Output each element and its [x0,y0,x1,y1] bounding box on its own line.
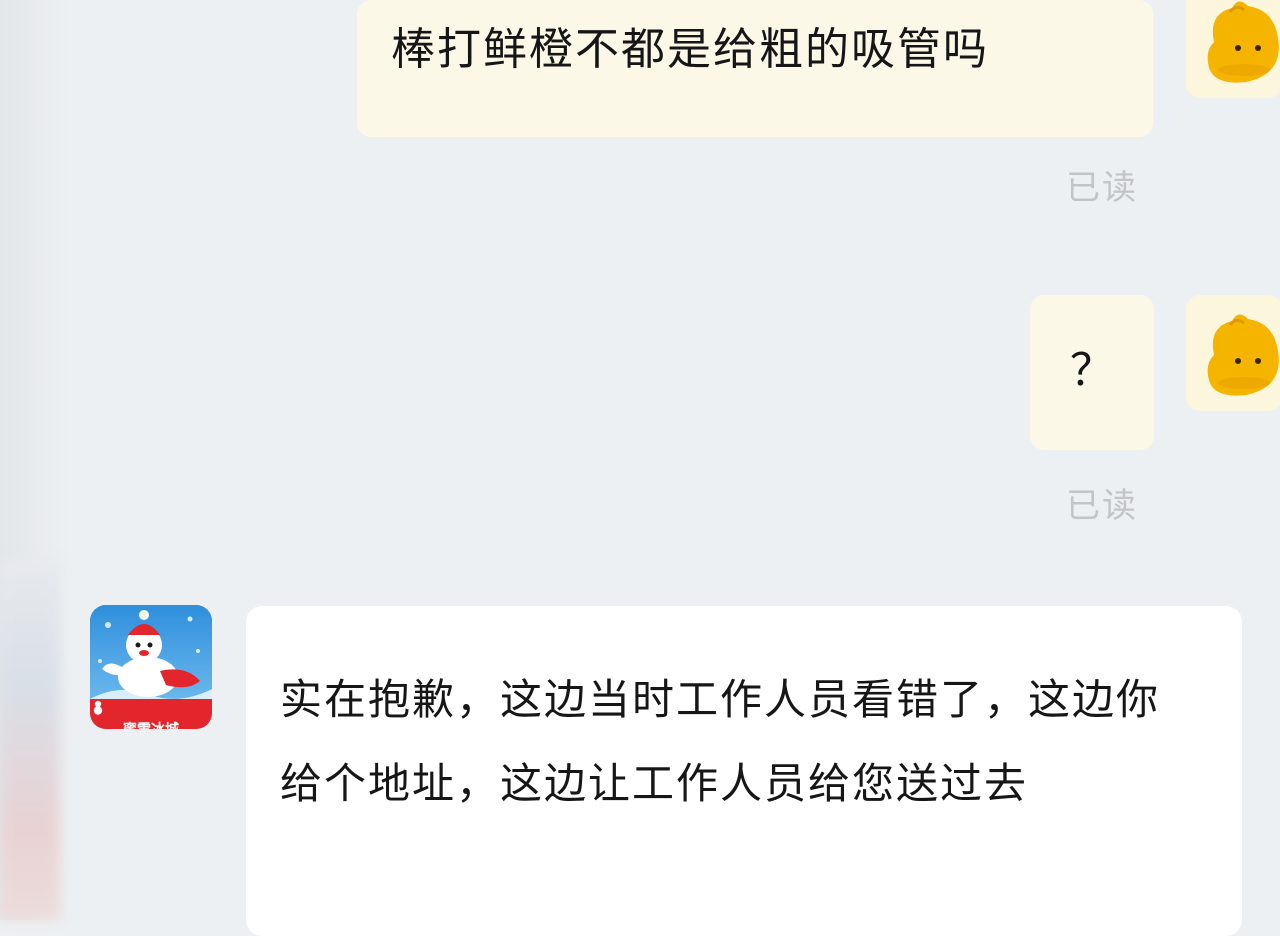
read-status: 已读 [1066,486,1138,526]
message-text: ？ [1070,345,1114,396]
snowman-logo-icon [93,700,103,715]
read-status: 已读 [1066,168,1138,208]
brand-strip: 蜜雪冰城 [90,699,212,729]
brand-label: 蜜雪冰城 [123,715,179,729]
message-text: 棒打鲜橙不都是给粗的吸管吗 [391,24,989,75]
sent-message-bubble[interactable]: ？ [1030,295,1154,450]
self-avatar[interactable] [1186,295,1280,411]
message-text: 实在抱歉，这边当时工作人员看错了，这边你给个地址，这边让工作人员给您送过去 [280,675,1161,808]
received-message-bubble[interactable]: 实在抱歉，这边当时工作人员看错了，这边你给个地址，这边让工作人员给您送过去 [246,606,1242,936]
left-edge-blur [0,560,60,920]
yellow-blob-avatar-icon [1207,1,1279,83]
sent-message-bubble[interactable]: 棒打鲜橙不都是给粗的吸管吗 [357,0,1153,137]
self-avatar[interactable] [1186,0,1280,98]
merchant-avatar[interactable]: 蜜雪冰城 [90,605,212,729]
yellow-blob-avatar-icon [1207,314,1279,396]
